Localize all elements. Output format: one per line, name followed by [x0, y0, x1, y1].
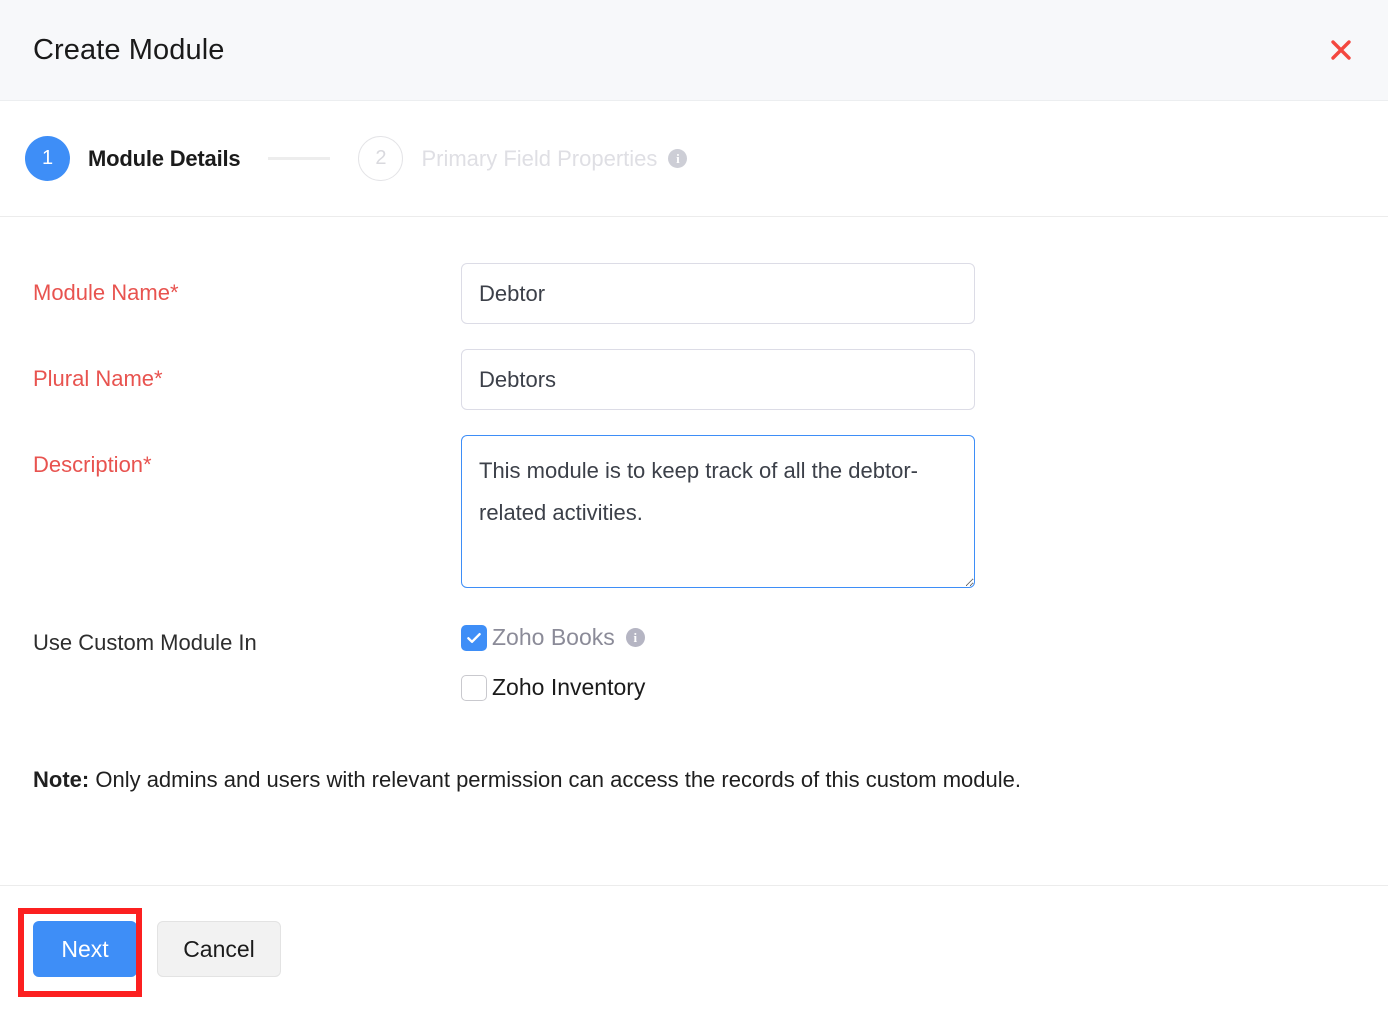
cancel-button[interactable]: Cancel	[157, 921, 281, 977]
info-icon[interactable]: i	[626, 628, 645, 647]
note-prefix: Note:	[33, 767, 89, 792]
checkbox-item-zoho-books[interactable]: Zoho Books i	[461, 624, 645, 651]
plural-name-input[interactable]	[461, 349, 975, 410]
field-row-use-custom-module-in: Use Custom Module In Zoho Books i Zoho I…	[0, 613, 1388, 701]
step-1-number: 1	[25, 136, 70, 181]
step-2-label: Primary Field Properties	[421, 146, 657, 172]
step-primary-field-properties[interactable]: 2 Primary Field Properties i	[358, 136, 687, 181]
checkbox-zoho-inventory[interactable]	[461, 675, 487, 701]
use-custom-module-in-label: Use Custom Module In	[0, 613, 461, 673]
dialog-body: Module Name* Plural Name* Description* T…	[0, 217, 1388, 793]
note-text: Note: Only admins and users with relevan…	[0, 701, 1388, 793]
dialog-header: Create Module	[0, 0, 1388, 101]
step-connector	[268, 157, 330, 160]
use-custom-module-in-group: Zoho Books i Zoho Inventory	[461, 613, 645, 701]
checkbox-zoho-books[interactable]	[461, 625, 487, 651]
module-name-label: Module Name*	[0, 263, 461, 323]
page-title: Create Module	[33, 34, 225, 67]
note-body: Only admins and users with relevant perm…	[95, 767, 1021, 792]
close-button[interactable]	[1322, 31, 1360, 69]
close-icon	[1328, 37, 1354, 63]
step-2-number: 2	[358, 136, 403, 181]
step-module-details[interactable]: 1 Module Details	[25, 136, 240, 181]
module-name-input[interactable]	[461, 263, 975, 324]
info-icon[interactable]: i	[668, 149, 687, 168]
step-1-label: Module Details	[88, 146, 240, 172]
checkbox-item-zoho-inventory[interactable]: Zoho Inventory	[461, 674, 645, 701]
next-button[interactable]: Next	[33, 921, 137, 977]
field-row-description: Description* This module is to keep trac…	[0, 435, 1388, 588]
description-textarea[interactable]: This module is to keep track of all the …	[461, 435, 975, 588]
dialog-footer: Next Cancel	[0, 885, 1388, 1012]
field-row-module-name: Module Name*	[0, 263, 1388, 324]
field-row-plural-name: Plural Name*	[0, 349, 1388, 410]
plural-name-label: Plural Name*	[0, 349, 461, 409]
checkbox-label-zoho-books: Zoho Books	[492, 624, 615, 651]
check-icon	[465, 629, 483, 647]
description-label: Description*	[0, 435, 461, 495]
stepper: 1 Module Details 2 Primary Field Propert…	[0, 101, 1388, 217]
checkbox-label-zoho-inventory: Zoho Inventory	[492, 674, 645, 701]
